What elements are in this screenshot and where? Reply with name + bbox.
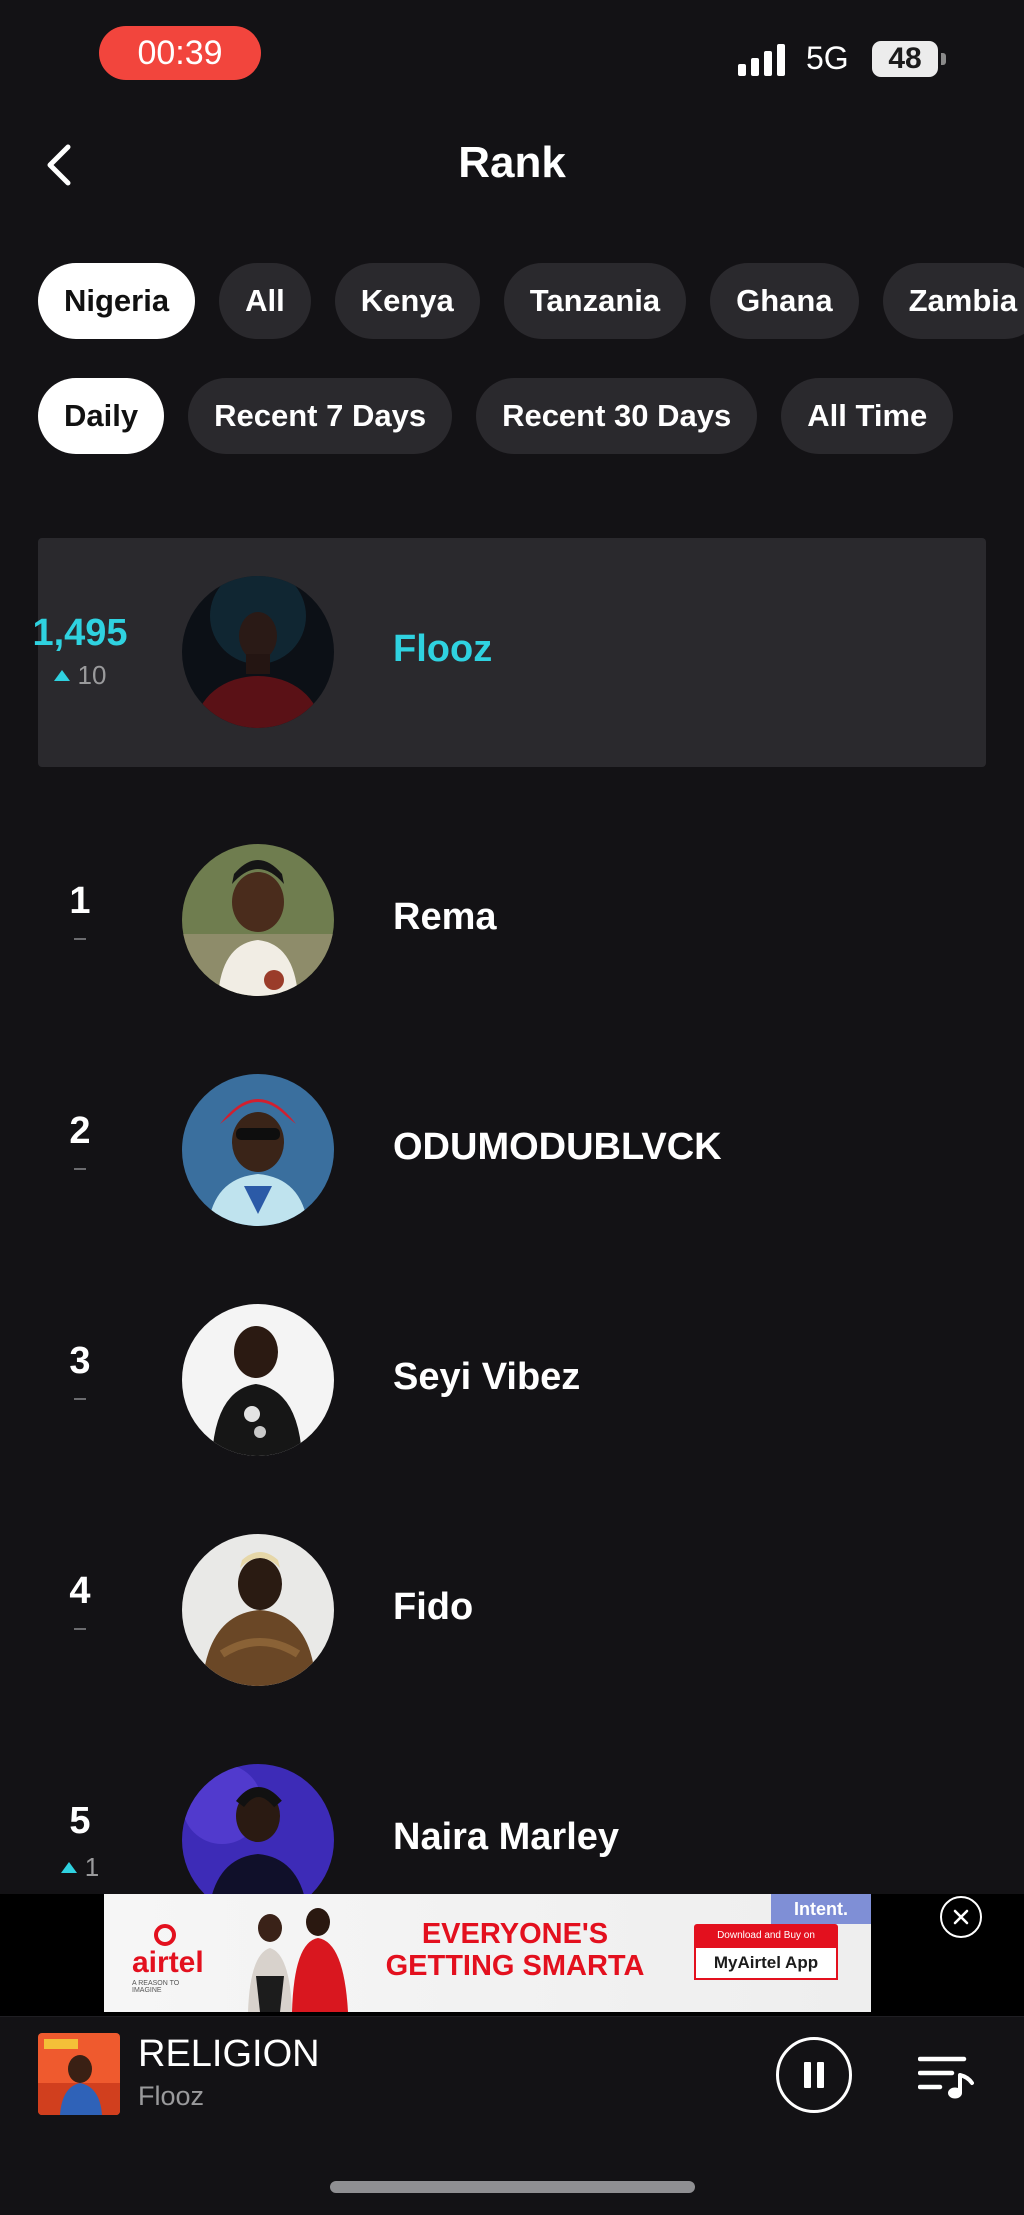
rank-number: 3 xyxy=(69,1340,91,1382)
list-item[interactable]: 2 ODUMODUBLVCK xyxy=(0,1070,1024,1230)
mini-player[interactable]: RELIGION Flooz xyxy=(0,2016,1024,2130)
tab-period-all-time[interactable]: All Time xyxy=(781,378,954,454)
rank-screen: 00:39 5G 48 Rank Nigeria All Kenya Tanza… xyxy=(0,0,1024,2215)
battery-nub xyxy=(941,53,946,65)
battery-level: 48 xyxy=(888,42,922,75)
pause-icon-bar xyxy=(817,2062,824,2088)
avatar[interactable] xyxy=(182,576,334,728)
rank-number: 2 xyxy=(69,1110,91,1152)
tab-region-all[interactable]: All xyxy=(219,263,311,339)
no-change-dash xyxy=(74,938,86,940)
up-arrow-icon xyxy=(53,670,70,681)
ad-people-image xyxy=(248,1908,348,2012)
rank-change xyxy=(0,1628,160,1630)
home-indicator[interactable] xyxy=(330,2181,695,2193)
ad-banner[interactable]: Intent. airtel A REASON TO IMAGINE EVERY… xyxy=(104,1894,871,2012)
ad-headline: EVERYONE'S GETTING SMARTA xyxy=(370,1918,660,1982)
rank-number: 1,495 xyxy=(32,612,128,654)
pause-icon xyxy=(804,2062,811,2088)
avatar[interactable] xyxy=(182,844,334,996)
page-title: Rank xyxy=(458,138,566,187)
tab-region-nigeria[interactable]: Nigeria xyxy=(38,263,196,339)
artist-name[interactable]: Fido xyxy=(393,1586,473,1629)
ad-close-button[interactable] xyxy=(940,1896,982,1938)
tab-period-30-days[interactable]: Recent 30 Days xyxy=(476,378,758,454)
album-cover[interactable] xyxy=(38,2033,120,2115)
airtel-logo: airtel A REASON TO IMAGINE xyxy=(132,1924,204,1994)
rank-number: 1 xyxy=(69,880,91,922)
avatar[interactable] xyxy=(182,1534,334,1686)
playlist-icon xyxy=(917,2056,974,2099)
rank-change xyxy=(0,1398,160,1400)
list-item[interactable]: 4 Fido xyxy=(0,1530,1024,1690)
now-playing-artist[interactable]: Flooz xyxy=(138,2081,204,2112)
avatar[interactable] xyxy=(182,1304,334,1456)
highlighted-artist-row[interactable]: 1,495 10 Flooz xyxy=(0,572,1024,732)
close-icon xyxy=(953,1909,969,1925)
artist-name[interactable]: Flooz xyxy=(393,628,492,671)
no-change-dash xyxy=(74,1628,86,1630)
region-tabs: Nigeria All Kenya Tanzania Ghana Zambia xyxy=(38,263,1024,339)
ad-sponsor-tag: Intent. xyxy=(771,1894,871,1924)
no-change-dash xyxy=(74,1168,86,1170)
ad-brand: airtel xyxy=(132,1946,204,1979)
artist-name[interactable]: ODUMODUBLVCK xyxy=(393,1126,722,1169)
avatar[interactable] xyxy=(182,1074,334,1226)
tab-region-kenya[interactable]: Kenya xyxy=(334,263,480,339)
battery-icon: 48 xyxy=(872,41,938,77)
up-arrow-icon xyxy=(60,1862,77,1873)
cellular-signal-icon xyxy=(738,42,785,76)
tab-region-tanzania[interactable]: Tanzania xyxy=(503,263,687,339)
ad-cta-main: MyAirtel App xyxy=(694,1946,838,1980)
rank-number: 4 xyxy=(69,1570,91,1612)
list-item[interactable]: 1 Rema xyxy=(0,840,1024,1000)
network-type: 5G xyxy=(806,40,849,76)
artist-name[interactable]: Naira Marley xyxy=(393,1816,619,1859)
tab-region-zambia[interactable]: Zambia xyxy=(882,263,1024,339)
artist-name[interactable]: Seyi Vibez xyxy=(393,1356,580,1399)
ad-cta-button[interactable]: Download and Buy on MyAirtel App xyxy=(694,1924,838,1980)
rank-change xyxy=(0,1168,160,1170)
no-change-dash xyxy=(74,1398,86,1400)
rank-change: 1 xyxy=(0,1852,160,1883)
now-playing-title[interactable]: RELIGION xyxy=(138,2033,320,2076)
ad-headline-line-2: GETTING SMARTA xyxy=(385,1950,645,1982)
rank-change: 10 xyxy=(0,660,160,691)
ad-brand-tagline: A REASON TO IMAGINE xyxy=(132,1980,180,1994)
playlist-queue-button[interactable] xyxy=(917,2053,974,2101)
tab-period-daily[interactable]: Daily xyxy=(38,378,165,454)
recording-time-pill[interactable]: 00:39 xyxy=(99,26,261,80)
rank-number: 5 xyxy=(69,1800,91,1842)
tab-period-7-days[interactable]: Recent 7 Days xyxy=(188,378,453,454)
rank-change-value: 10 xyxy=(77,660,107,690)
artist-name[interactable]: Rema xyxy=(393,896,497,939)
rank-change-value: 1 xyxy=(84,1852,100,1882)
pause-button[interactable] xyxy=(776,2037,852,2113)
ad-cta-top: Download and Buy on xyxy=(694,1924,838,1946)
ad-headline-line-1: EVERYONE'S xyxy=(421,1918,609,1950)
tab-region-ghana[interactable]: Ghana xyxy=(710,263,859,339)
period-tabs: Daily Recent 7 Days Recent 30 Days All T… xyxy=(38,378,954,454)
airtel-logo-icon xyxy=(154,1924,176,1946)
rank-change xyxy=(0,938,160,940)
list-item[interactable]: 3 Seyi Vibez xyxy=(0,1300,1024,1460)
